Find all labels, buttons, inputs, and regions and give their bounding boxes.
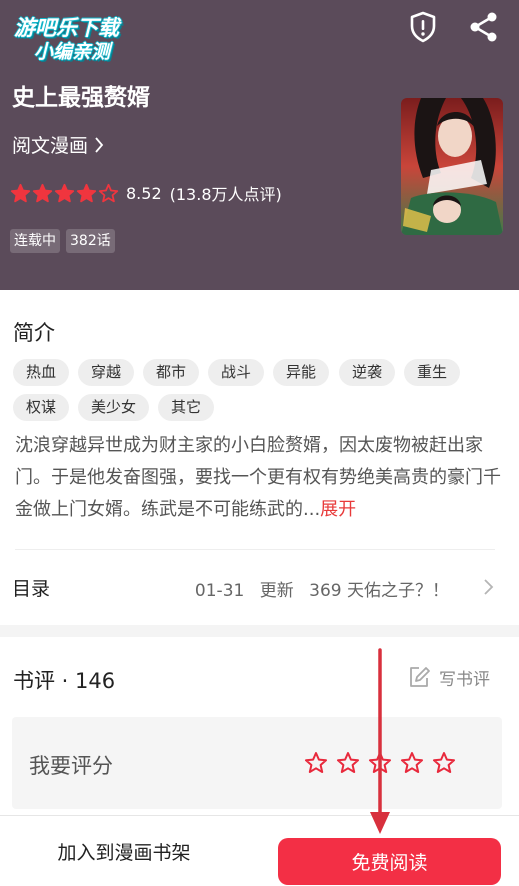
watermark-line-2: 小编亲测 — [34, 41, 111, 63]
latest-update: 01-31 更新 369 天佑之子？！ — [195, 576, 449, 601]
watermark-logo: 游吧乐下载 小编亲测 — [12, 10, 147, 63]
genre-tag[interactable]: 异能 — [273, 359, 330, 386]
reviews-heading: 书评 · 146 — [13, 669, 116, 693]
genre-tag[interactable]: 都市 — [143, 359, 200, 386]
report-shield-icon[interactable] — [406, 10, 440, 44]
rating-row: 8.52 (13.8万人点评) — [10, 181, 282, 205]
expand-link[interactable]: 展开 — [320, 499, 356, 520]
star-filled-icon — [32, 183, 53, 202]
section-separator — [0, 625, 519, 637]
comic-title: 史上最强赘婿 — [12, 85, 150, 111]
star-filled-icon — [54, 183, 75, 202]
chevron-right-icon — [484, 579, 494, 595]
rate-star-icon[interactable] — [368, 751, 392, 775]
episode-count-badge: 382话 — [66, 229, 115, 253]
share-icon[interactable] — [467, 10, 501, 44]
rate-star-icon[interactable] — [432, 751, 456, 775]
cover-image — [401, 98, 503, 235]
latest-update-label: 更新 — [259, 581, 294, 601]
latest-update-date: 01-31 — [194, 581, 245, 601]
genre-tag[interactable]: 其它 — [158, 394, 215, 421]
rate-box: 我要评分 — [12, 717, 502, 809]
rating-score: 8.52 — [126, 183, 162, 203]
publisher-name: 阅文漫画 — [12, 135, 89, 157]
chevron-right-icon — [95, 136, 104, 153]
rating-count: (13.8万人点评) — [169, 185, 282, 204]
genre-tag[interactable]: 权谋 — [13, 394, 70, 421]
rate-label: 我要评分 — [29, 754, 113, 778]
rate-stars — [304, 751, 456, 775]
rate-star-icon[interactable] — [304, 751, 328, 775]
add-to-shelf-button[interactable]: 加入到漫画书架 — [30, 833, 218, 869]
rate-star-icon[interactable] — [336, 751, 360, 775]
status-badge: 连载中 — [10, 229, 60, 253]
free-read-button[interactable]: 免费阅读 — [278, 838, 501, 885]
star-outline-icon — [98, 183, 119, 202]
table-of-contents-row[interactable]: 目录 01-31 更新 369 天佑之子？！ — [0, 556, 519, 618]
star-filled-icon — [76, 183, 97, 202]
genre-tag[interactable]: 穿越 — [78, 359, 135, 386]
latest-chapter-title: 369 天佑之子？！ — [309, 581, 449, 601]
rating-stars — [10, 183, 120, 204]
genre-tag[interactable]: 热血 — [13, 359, 70, 386]
genre-tag[interactable]: 美少女 — [78, 394, 150, 421]
bottom-action-bar: 加入到漫画书架 免费阅读 — [0, 815, 519, 886]
genre-tag[interactable]: 战斗 — [208, 359, 265, 386]
synopsis-body: 沈浪穿越异世成为财主家的小白脸赘婿，因太废物被赶出家门。于是他发奋图强，要找一个… — [15, 435, 501, 520]
write-review-label: 写书评 — [439, 670, 490, 690]
edit-icon — [410, 667, 430, 687]
genre-tag[interactable]: 重生 — [404, 359, 461, 386]
status-badges: 连载中 382话 — [10, 229, 115, 253]
write-review-button[interactable]: 写书评 — [407, 665, 490, 690]
comic-header: 游吧乐下载 小编亲测 史上最强赘婿 阅文漫画 8.52 (13.8万人点评) 连… — [0, 0, 519, 290]
rate-star-icon[interactable] — [400, 751, 424, 775]
intro-heading: 简介 — [13, 321, 55, 345]
publisher-link[interactable]: 阅文漫画 — [12, 131, 104, 158]
star-filled-icon — [10, 183, 31, 202]
divider — [15, 549, 495, 550]
toc-label: 目录 — [12, 578, 51, 600]
genre-tag[interactable]: 逆袭 — [339, 359, 396, 386]
synopsis-text: 沈浪穿越异世成为财主家的小白脸赘婿，因太废物被赶出家门。于是他发奋图强，要找一个… — [15, 430, 505, 526]
